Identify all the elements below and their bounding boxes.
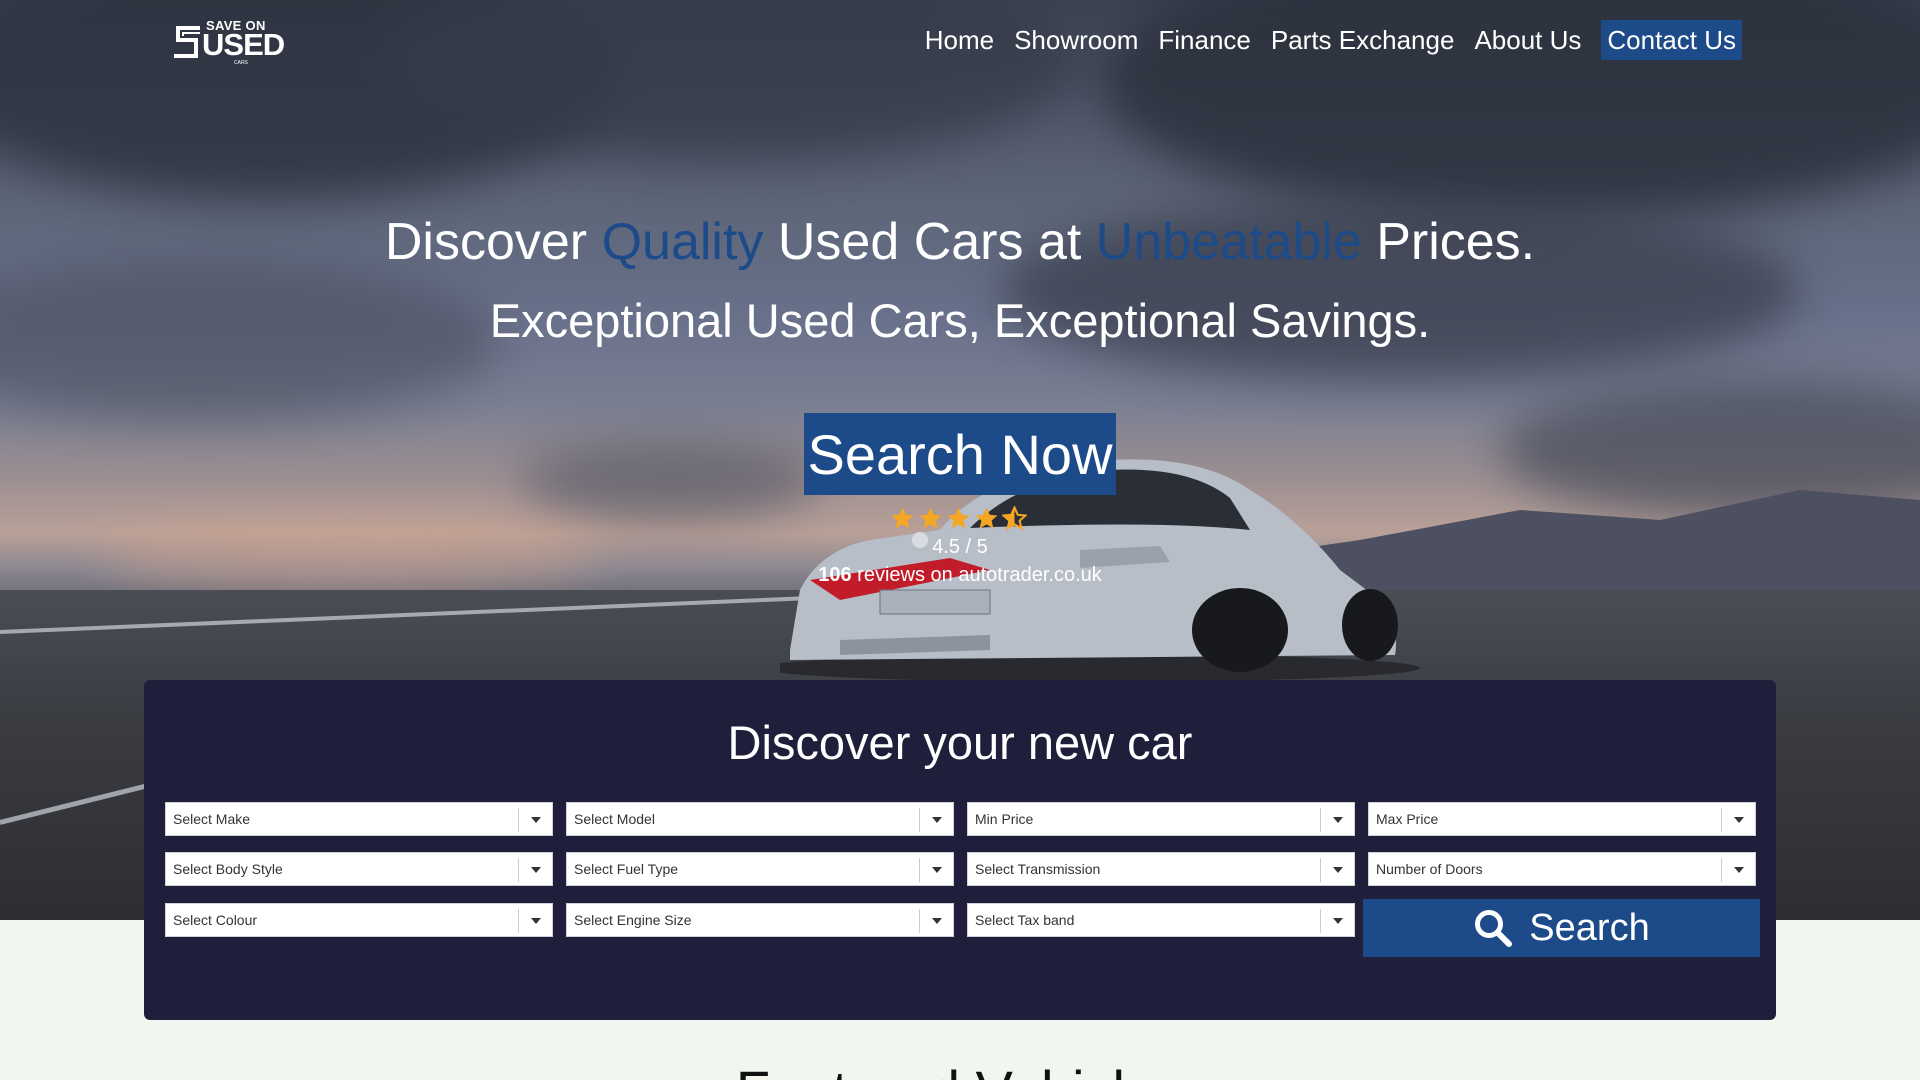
chevron-down-icon bbox=[919, 808, 953, 832]
site-logo[interactable]: SAVE ON USED CARS bbox=[172, 18, 285, 66]
chevron-down-icon bbox=[1320, 858, 1354, 882]
nav-showroom[interactable]: Showroom bbox=[1004, 20, 1148, 60]
chevron-down-icon bbox=[1721, 858, 1755, 882]
headline-accent-quality: Quality bbox=[601, 213, 764, 271]
logo-s-icon bbox=[174, 26, 200, 58]
review-number: 106 bbox=[818, 564, 852, 586]
select-fuel-type[interactable]: Select Fuel Type bbox=[566, 852, 954, 886]
chevron-down-icon bbox=[518, 808, 552, 832]
featured-vehicles-heading: Featured Vehicles bbox=[0, 1058, 1920, 1080]
select-engine-size[interactable]: Select Engine Size bbox=[566, 903, 954, 937]
rating-stars bbox=[890, 506, 1030, 534]
select-transmission[interactable]: Select Transmission bbox=[967, 852, 1355, 886]
chevron-down-icon bbox=[919, 909, 953, 933]
search-button-label: Search bbox=[1529, 906, 1650, 949]
select-label: Select Colour bbox=[173, 912, 258, 928]
star-icon bbox=[975, 507, 998, 529]
nav-about-us[interactable]: About Us bbox=[1464, 20, 1591, 60]
select-label: Max Price bbox=[1376, 811, 1439, 827]
logo-subtext: CARS bbox=[234, 60, 248, 66]
star-icon bbox=[919, 507, 942, 529]
select-label: Select Transmission bbox=[975, 861, 1101, 877]
select-label: Min Price bbox=[975, 811, 1034, 827]
chevron-down-icon bbox=[919, 858, 953, 882]
chevron-down-icon bbox=[518, 909, 552, 933]
chevron-down-icon bbox=[1721, 808, 1755, 832]
hero-subheadline: Exceptional Used Cars, Exceptional Savin… bbox=[489, 294, 1431, 347]
select-label: Select Engine Size bbox=[574, 912, 692, 928]
car-search-panel: Discover your new car Select Make Select… bbox=[144, 680, 1776, 1020]
logo-wordmark: USED bbox=[202, 27, 285, 62]
select-model[interactable]: Select Model bbox=[566, 802, 954, 836]
hero-headline: Discover Quality Used Cars at Unbeatable… bbox=[0, 212, 1920, 272]
nav-contact-us-button[interactable]: Contact Us bbox=[1601, 20, 1742, 60]
select-label: Select Fuel Type bbox=[574, 861, 679, 877]
select-label: Select Tax band bbox=[975, 912, 1075, 928]
select-make[interactable]: Select Make bbox=[165, 802, 553, 836]
search-button[interactable]: Search bbox=[1363, 899, 1760, 957]
headline-part: Used Cars at bbox=[763, 213, 1096, 271]
chevron-down-icon bbox=[518, 858, 552, 882]
review-source-link[interactable]: reviews on autotrader.co.uk bbox=[852, 564, 1102, 586]
rating-score: 4.5 / 5 bbox=[932, 536, 988, 558]
search-icon bbox=[1475, 910, 1513, 947]
review-count: 106 reviews on autotrader.co.uk bbox=[0, 564, 1920, 587]
select-label: Select Make bbox=[173, 811, 251, 827]
select-label: Select Body Style bbox=[173, 861, 283, 877]
chevron-down-icon bbox=[1320, 909, 1354, 933]
headline-part: Discover bbox=[384, 213, 602, 271]
headline-part: Prices. bbox=[1361, 213, 1536, 271]
nav-home[interactable]: Home bbox=[915, 20, 1004, 60]
select-number-of-doors[interactable]: Number of Doors bbox=[1368, 852, 1756, 886]
nav-finance[interactable]: Finance bbox=[1148, 20, 1261, 60]
star-half-icon bbox=[1002, 506, 1027, 531]
select-min-price[interactable]: Min Price bbox=[967, 802, 1355, 836]
headline-accent-unbeatable: Unbeatable bbox=[1095, 213, 1362, 271]
main-nav: Home Showroom Finance Parts Exchange Abo… bbox=[915, 20, 1742, 60]
select-label: Number of Doors bbox=[1376, 861, 1483, 877]
nav-parts-exchange[interactable]: Parts Exchange bbox=[1261, 20, 1465, 60]
search-now-button[interactable]: Search Now bbox=[804, 413, 1116, 495]
cloud bbox=[520, 440, 820, 520]
select-colour[interactable]: Select Colour bbox=[165, 903, 553, 937]
chevron-down-icon bbox=[1320, 808, 1354, 832]
star-icon bbox=[891, 507, 914, 529]
star-icon bbox=[947, 507, 970, 529]
select-label: Select Model bbox=[574, 811, 655, 827]
select-max-price[interactable]: Max Price bbox=[1368, 802, 1756, 836]
search-panel-title: Discover your new car bbox=[727, 716, 1193, 769]
select-body-style[interactable]: Select Body Style bbox=[165, 852, 553, 886]
select-tax-band[interactable]: Select Tax band bbox=[967, 903, 1355, 937]
